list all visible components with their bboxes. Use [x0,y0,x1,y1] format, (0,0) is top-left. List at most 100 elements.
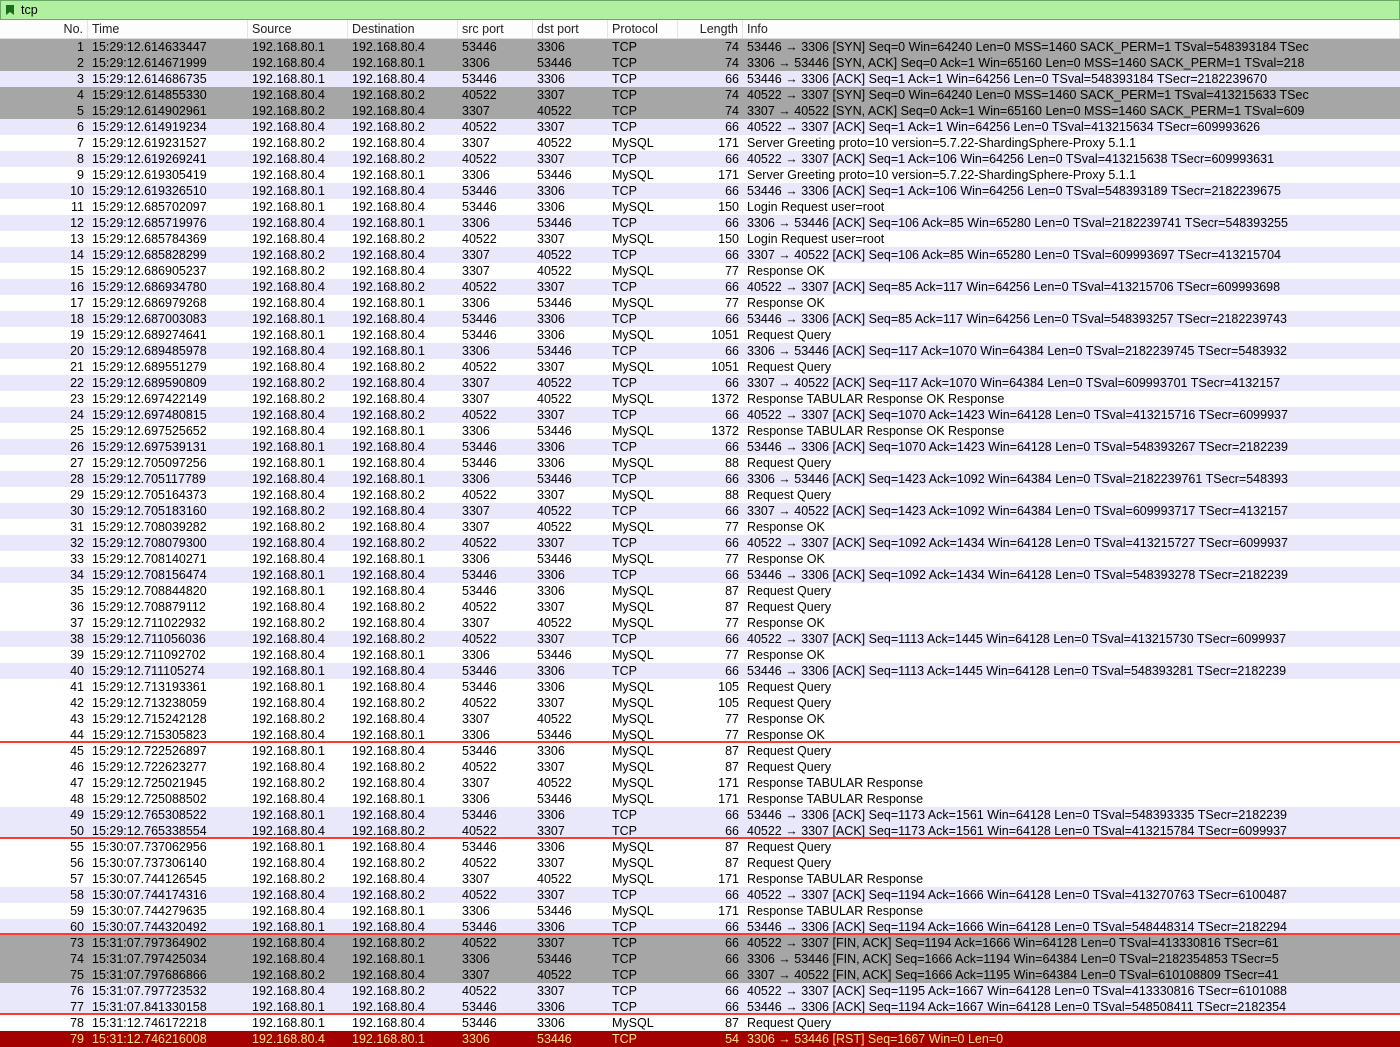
packet-row[interactable]: 1015:29:12.619326510192.168.80.1192.168.… [0,183,1400,199]
cell-info: Response TABULAR Response OK Response [743,391,1400,407]
cell-time: 15:29:12.711022932 [88,615,248,631]
packet-row[interactable]: 115:29:12.614633447192.168.80.1192.168.8… [0,39,1400,55]
cell-dport: 3307 [533,535,608,551]
packet-row[interactable]: 7615:31:07.797723532192.168.80.4192.168.… [0,983,1400,999]
packet-row[interactable]: 1115:29:12.685702097192.168.80.1192.168.… [0,199,1400,215]
cell-src: 192.168.80.4 [248,119,348,135]
col-dport-header[interactable]: dst port [533,20,608,38]
packet-row[interactable]: 515:29:12.614902961192.168.80.2192.168.8… [0,103,1400,119]
packet-row[interactable]: 5715:30:07.744126545192.168.80.2192.168.… [0,871,1400,887]
packet-row[interactable]: 7715:31:07.841330158192.168.80.1192.168.… [0,999,1400,1015]
packet-row[interactable]: 4715:29:12.725021945192.168.80.2192.168.… [0,775,1400,791]
packet-row[interactable]: 6015:30:07.744320492192.168.80.1192.168.… [0,919,1400,935]
packet-row[interactable]: 7915:31:12.746216008192.168.80.4192.168.… [0,1031,1400,1047]
cell-time: 15:29:12.689274641 [88,327,248,343]
packet-row[interactable]: 2515:29:12.697525652192.168.80.4192.168.… [0,423,1400,439]
packet-row[interactable]: 415:29:12.614855330192.168.80.4192.168.8… [0,87,1400,103]
cell-time: 15:29:12.614633447 [88,39,248,55]
packet-row[interactable]: 215:29:12.614671999192.168.80.4192.168.8… [0,55,1400,71]
col-src-header[interactable]: Source [248,20,348,38]
display-filter-input[interactable] [19,2,1397,18]
cell-len: 171 [678,167,743,183]
packet-row[interactable]: 815:29:12.619269241192.168.80.4192.168.8… [0,151,1400,167]
packet-row[interactable]: 2615:29:12.697539131192.168.80.1192.168.… [0,439,1400,455]
packet-row[interactable]: 2815:29:12.705117789192.168.80.4192.168.… [0,471,1400,487]
packet-row[interactable]: 5615:30:07.737306140192.168.80.4192.168.… [0,855,1400,871]
packet-row[interactable]: 5015:29:12.765338554192.168.80.4192.168.… [0,823,1400,839]
col-time-header[interactable]: Time [88,20,248,38]
packet-row[interactable]: 4315:29:12.715242128192.168.80.2192.168.… [0,711,1400,727]
packet-row[interactable]: 1915:29:12.689274641192.168.80.1192.168.… [0,327,1400,343]
packet-row[interactable]: 4215:29:12.713238059192.168.80.4192.168.… [0,695,1400,711]
packet-row[interactable]: 1315:29:12.685784369192.168.80.4192.168.… [0,231,1400,247]
packet-row[interactable]: 7815:31:12.746172218192.168.80.1192.168.… [0,1015,1400,1031]
packet-row[interactable]: 3315:29:12.708140271192.168.80.4192.168.… [0,551,1400,567]
packet-row[interactable]: 7515:31:07.797686866192.168.80.2192.168.… [0,967,1400,983]
packet-row[interactable]: 4115:29:12.713193361192.168.80.1192.168.… [0,679,1400,695]
packet-row[interactable]: 5815:30:07.744174316192.168.80.4192.168.… [0,887,1400,903]
packet-row[interactable]: 2715:29:12.705097256192.168.80.1192.168.… [0,455,1400,471]
packet-row[interactable]: 2115:29:12.689551279192.168.80.4192.168.… [0,359,1400,375]
cell-sport: 3307 [458,967,533,983]
packet-row[interactable]: 4015:29:12.711105274192.168.80.1192.168.… [0,663,1400,679]
cell-info: Server Greeting proto=10 version=5.7.22-… [743,167,1400,183]
packet-row[interactable]: 2915:29:12.705164373192.168.80.4192.168.… [0,487,1400,503]
packet-row[interactable]: 3815:29:12.711056036192.168.80.4192.168.… [0,631,1400,647]
packet-row[interactable]: 3015:29:12.705183160192.168.80.2192.168.… [0,503,1400,519]
cell-dst: 192.168.80.4 [348,391,458,407]
packet-row[interactable]: 1215:29:12.685719976192.168.80.4192.168.… [0,215,1400,231]
packet-row[interactable]: 7415:31:07.797425034192.168.80.4192.168.… [0,951,1400,967]
cell-time: 15:29:12.614855330 [88,87,248,103]
packet-row[interactable]: 4815:29:12.725088502192.168.80.4192.168.… [0,791,1400,807]
packet-row[interactable]: 3215:29:12.708079300192.168.80.4192.168.… [0,535,1400,551]
packet-row[interactable]: 4615:29:12.722623277192.168.80.4192.168.… [0,759,1400,775]
packet-row[interactable]: 915:29:12.619305419192.168.80.4192.168.8… [0,167,1400,183]
col-proto-header[interactable]: Protocol [608,20,678,38]
cell-sport: 3306 [458,55,533,71]
packet-row[interactable]: 615:29:12.614919234192.168.80.4192.168.8… [0,119,1400,135]
col-sport-header[interactable]: src port [458,20,533,38]
packet-row[interactable]: 1715:29:12.686979268192.168.80.4192.168.… [0,295,1400,311]
packet-row[interactable]: 4415:29:12.715305823192.168.80.4192.168.… [0,727,1400,743]
cell-dst: 192.168.80.1 [348,951,458,967]
packet-row[interactable]: 1515:29:12.686905237192.168.80.2192.168.… [0,263,1400,279]
cell-time: 15:29:12.697525652 [88,423,248,439]
packet-row[interactable]: 1615:29:12.686934780192.168.80.4192.168.… [0,279,1400,295]
cell-len: 77 [678,711,743,727]
packet-row[interactable]: 4515:29:12.722526897192.168.80.1192.168.… [0,743,1400,759]
col-dst-header[interactable]: Destination [348,20,458,38]
packet-row[interactable]: 1815:29:12.687003083192.168.80.1192.168.… [0,311,1400,327]
cell-dst: 192.168.80.4 [348,615,458,631]
packet-row[interactable]: 1415:29:12.685828299192.168.80.2192.168.… [0,247,1400,263]
packet-row[interactable]: 2315:29:12.697422149192.168.80.2192.168.… [0,391,1400,407]
packet-row[interactable]: 3915:29:12.711092702192.168.80.4192.168.… [0,647,1400,663]
packet-row[interactable]: 7315:31:07.797364902192.168.80.4192.168.… [0,935,1400,951]
packet-row[interactable]: 2215:29:12.689590809192.168.80.2192.168.… [0,375,1400,391]
cell-dport: 3306 [533,39,608,55]
packet-row[interactable]: 3615:29:12.708879112192.168.80.4192.168.… [0,599,1400,615]
cell-proto: TCP [608,919,678,933]
col-info-header[interactable]: Info [743,20,1400,38]
packet-row[interactable]: 3415:29:12.708156474192.168.80.1192.168.… [0,567,1400,583]
cell-time: 15:29:12.708879112 [88,599,248,615]
packet-row[interactable]: 4915:29:12.765308522192.168.80.1192.168.… [0,807,1400,823]
packet-row[interactable]: 5915:30:07.744279635192.168.80.4192.168.… [0,903,1400,919]
cell-dport: 53446 [533,647,608,663]
filter-bar[interactable] [0,0,1400,20]
packet-row[interactable]: 3515:29:12.708844820192.168.80.1192.168.… [0,583,1400,599]
col-no-header[interactable]: No. [0,20,88,38]
packet-row[interactable]: 3715:29:12.711022932192.168.80.2192.168.… [0,615,1400,631]
packet-list[interactable]: 115:29:12.614633447192.168.80.1192.168.8… [0,39,1400,1047]
cell-info: Request Query [743,695,1400,711]
cell-src: 192.168.80.4 [248,423,348,439]
packet-row[interactable]: 715:29:12.619231527192.168.80.2192.168.8… [0,135,1400,151]
packet-row[interactable]: 315:29:12.614686735192.168.80.1192.168.8… [0,71,1400,87]
cell-src: 192.168.80.4 [248,487,348,503]
packet-row[interactable]: 2015:29:12.689485978192.168.80.4192.168.… [0,343,1400,359]
col-len-header[interactable]: Length [678,20,743,38]
packet-row[interactable]: 2415:29:12.697480815192.168.80.4192.168.… [0,407,1400,423]
cell-dport: 3307 [533,599,608,615]
packet-row[interactable]: 5515:30:07.737062956192.168.80.1192.168.… [0,839,1400,855]
column-headers[interactable]: No. Time Source Destination src port dst… [0,20,1400,39]
packet-row[interactable]: 3115:29:12.708039282192.168.80.2192.168.… [0,519,1400,535]
